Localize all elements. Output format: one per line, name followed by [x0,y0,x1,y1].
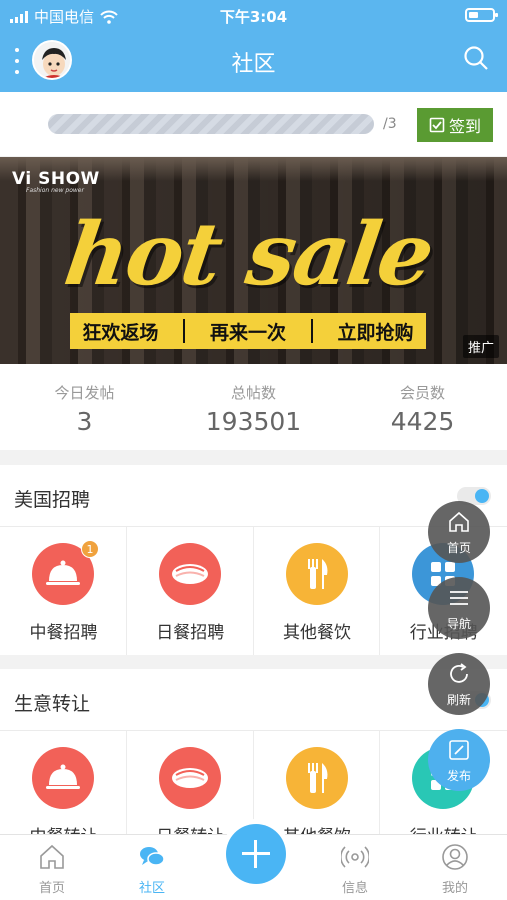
category-label: 其他餐饮 [283,623,351,643]
search-icon[interactable] [463,45,489,71]
signin-progress-bar [48,114,374,134]
stat-members: 会员数 4425 [338,364,507,450]
fab-refresh-button[interactable]: 刷新 [428,653,490,715]
sushi-icon [158,543,221,605]
category-other-food-jobs[interactable]: 其他餐饮 [254,527,381,655]
cloche-icon [32,747,94,809]
tab-label: 我的 [441,881,468,896]
section-title-text: 生意转让 [14,693,91,715]
signin-button-label: 签到 [448,117,481,136]
signin-row: /3 签到 [0,92,507,156]
fork-knife-icon [285,543,348,605]
tab-label: 首页 [38,881,65,896]
signal-icon [341,846,369,868]
fab-label: 发布 [446,769,471,783]
category-japanese-jobs[interactable]: 日餐招聘 [127,527,254,655]
top-navbar: 社区 [0,30,507,92]
home-icon [40,844,64,869]
stat-label: 今日发帖 [54,384,115,402]
home-icon [449,511,469,532]
tab-community[interactable]: 社区 [112,835,192,900]
category-label: 中餐招聘 [29,623,98,643]
stat-label: 会员数 [399,384,445,402]
category-label: 日餐招聘 [156,623,225,643]
fab-label: 导航 [446,617,471,631]
user-icon [442,844,468,870]
sushi-icon [158,747,221,809]
promo-banner[interactable]: Vi SHOW Fashion new power hot sale 狂欢返场 … [0,157,507,364]
stat-label: 总帖数 [230,384,276,402]
tab-label: 信息 [341,881,368,896]
battery-icon [465,8,498,22]
promo-tag: 推广 [462,335,499,358]
banner-strip-text-3: 立即抢购 [337,321,414,344]
banner-headline: hot sale [58,204,439,305]
fab-label: 首页 [446,541,471,555]
category-chinese-jobs[interactable]: 1 中餐招聘 [0,527,127,655]
chat-icon [140,847,165,866]
add-post-button[interactable] [226,824,286,884]
banner-strip: 狂欢返场 再来一次 立即抢购 [70,313,426,349]
notification-badge: 1 [81,540,99,558]
banner-brand-sub: Fashion new power [26,187,84,194]
stat-value: 4425 [390,407,455,436]
tab-home[interactable]: 首页 [12,835,92,900]
stat-value: 193501 [205,407,302,436]
banner-strip-text-1: 狂欢返场 [82,321,159,344]
page-title: 社区 [231,52,276,77]
fab-nav-button[interactable]: 导航 [428,577,490,639]
fab-home-button[interactable]: 首页 [428,501,490,563]
section-title-text: 美国招聘 [14,489,91,511]
tab-label: 社区 [138,881,165,896]
menu-icon [450,591,468,605]
fab-label: 刷新 [446,693,471,707]
fab-publish-button[interactable]: 发布 [428,729,490,791]
checkbox-icon [429,117,445,133]
status-bar: 中国电信 下午3:04 [0,0,507,30]
banner-brand: Vi SHOW [12,169,100,189]
banner-strip-divider [310,319,313,343]
stat-today-posts: 今日发帖 3 [0,364,169,450]
refresh-icon [450,663,468,683]
signin-button[interactable]: 签到 [417,108,493,142]
banner-strip-divider [183,319,186,343]
status-time: 下午3:04 [219,8,288,26]
banner-strip-text-2: 再来一次 [209,321,286,344]
forum-stats: 今日发帖 3 总帖数 193501 会员数 4425 [0,364,507,450]
stat-total-posts: 总帖数 193501 [169,364,338,450]
signin-progress-text: /3 [383,116,397,132]
edit-icon [449,740,469,760]
tab-profile[interactable]: 我的 [415,835,495,900]
stat-value: 3 [76,407,93,436]
fork-knife-icon [285,747,348,809]
tab-messages[interactable]: 信息 [315,835,395,900]
